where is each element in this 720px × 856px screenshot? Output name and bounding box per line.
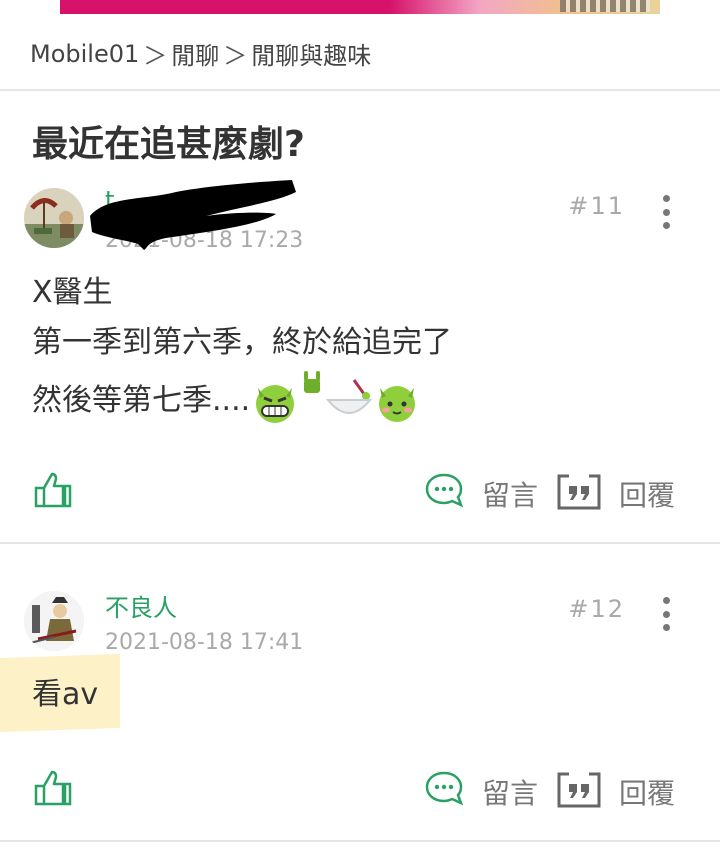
post-content-line: 然後等第七季.... bbox=[32, 383, 251, 418]
post-actions: 留言 回覆 bbox=[0, 764, 720, 814]
post-content-line: X醫生 bbox=[32, 275, 113, 310]
like-icon[interactable] bbox=[32, 768, 72, 808]
green-devil-emoji bbox=[379, 386, 416, 422]
divider bbox=[0, 542, 720, 544]
post-content-line-wrap: 然後等第七季.... bbox=[32, 371, 452, 426]
post-actions: 留言 回覆 bbox=[0, 466, 720, 516]
divider bbox=[0, 89, 720, 91]
more-options-icon[interactable] bbox=[656, 195, 676, 229]
bowl-spoon-emoji bbox=[326, 379, 373, 414]
breadcrumb: Mobile01 ＞ 閒聊 ＞ 閒聊與趣味 bbox=[30, 36, 371, 71]
reply-button[interactable]: 回覆 bbox=[619, 474, 675, 514]
post-content: 看av bbox=[32, 670, 98, 720]
breadcrumb-site-link[interactable]: Mobile01 bbox=[30, 40, 139, 68]
comment-icon[interactable] bbox=[424, 770, 464, 806]
comment-button[interactable]: 留言 bbox=[482, 772, 538, 812]
thread-title: 最近在追甚麼劇? bbox=[32, 124, 305, 165]
comment-icon[interactable] bbox=[424, 472, 464, 508]
ad-banner-graphic bbox=[560, 0, 650, 12]
post-content-line: 看av bbox=[32, 677, 99, 712]
divider bbox=[0, 840, 720, 842]
avatar-image bbox=[24, 188, 84, 248]
more-options-icon[interactable] bbox=[656, 597, 676, 631]
redaction-mark bbox=[90, 180, 296, 250]
avatar-image bbox=[24, 591, 84, 651]
avatar[interactable] bbox=[24, 591, 84, 651]
post-content-line: 第一季到第六季，終於給追完了 bbox=[32, 325, 452, 360]
grinning-devil-emoji bbox=[256, 385, 295, 423]
breadcrumb-separator: ＞ bbox=[143, 42, 168, 70]
breadcrumb-category-link[interactable]: 閒聊 bbox=[171, 36, 219, 71]
quote-reply-icon[interactable] bbox=[557, 470, 601, 510]
post-floor-number[interactable]: #12 bbox=[568, 595, 625, 623]
post-author[interactable]: 不良人 bbox=[105, 588, 177, 623]
post-floor-number[interactable]: #11 bbox=[568, 192, 625, 220]
quote-reply-icon[interactable] bbox=[557, 768, 601, 808]
rock-hand-emoji bbox=[304, 371, 321, 393]
comment-button[interactable]: 留言 bbox=[482, 474, 538, 514]
ad-banner[interactable] bbox=[60, 0, 660, 14]
avatar[interactable] bbox=[24, 188, 84, 248]
post-date: 2021-08-18 17:41 bbox=[105, 630, 304, 655]
post-content: X醫生 第一季到第六季，終於給追完了 然後等第七季.... bbox=[32, 268, 452, 426]
breadcrumb-separator: ＞ bbox=[223, 42, 248, 70]
reply-button[interactable]: 回覆 bbox=[619, 772, 675, 812]
breadcrumb-board-link[interactable]: 閒聊與趣味 bbox=[251, 36, 371, 71]
like-icon[interactable] bbox=[32, 470, 72, 510]
